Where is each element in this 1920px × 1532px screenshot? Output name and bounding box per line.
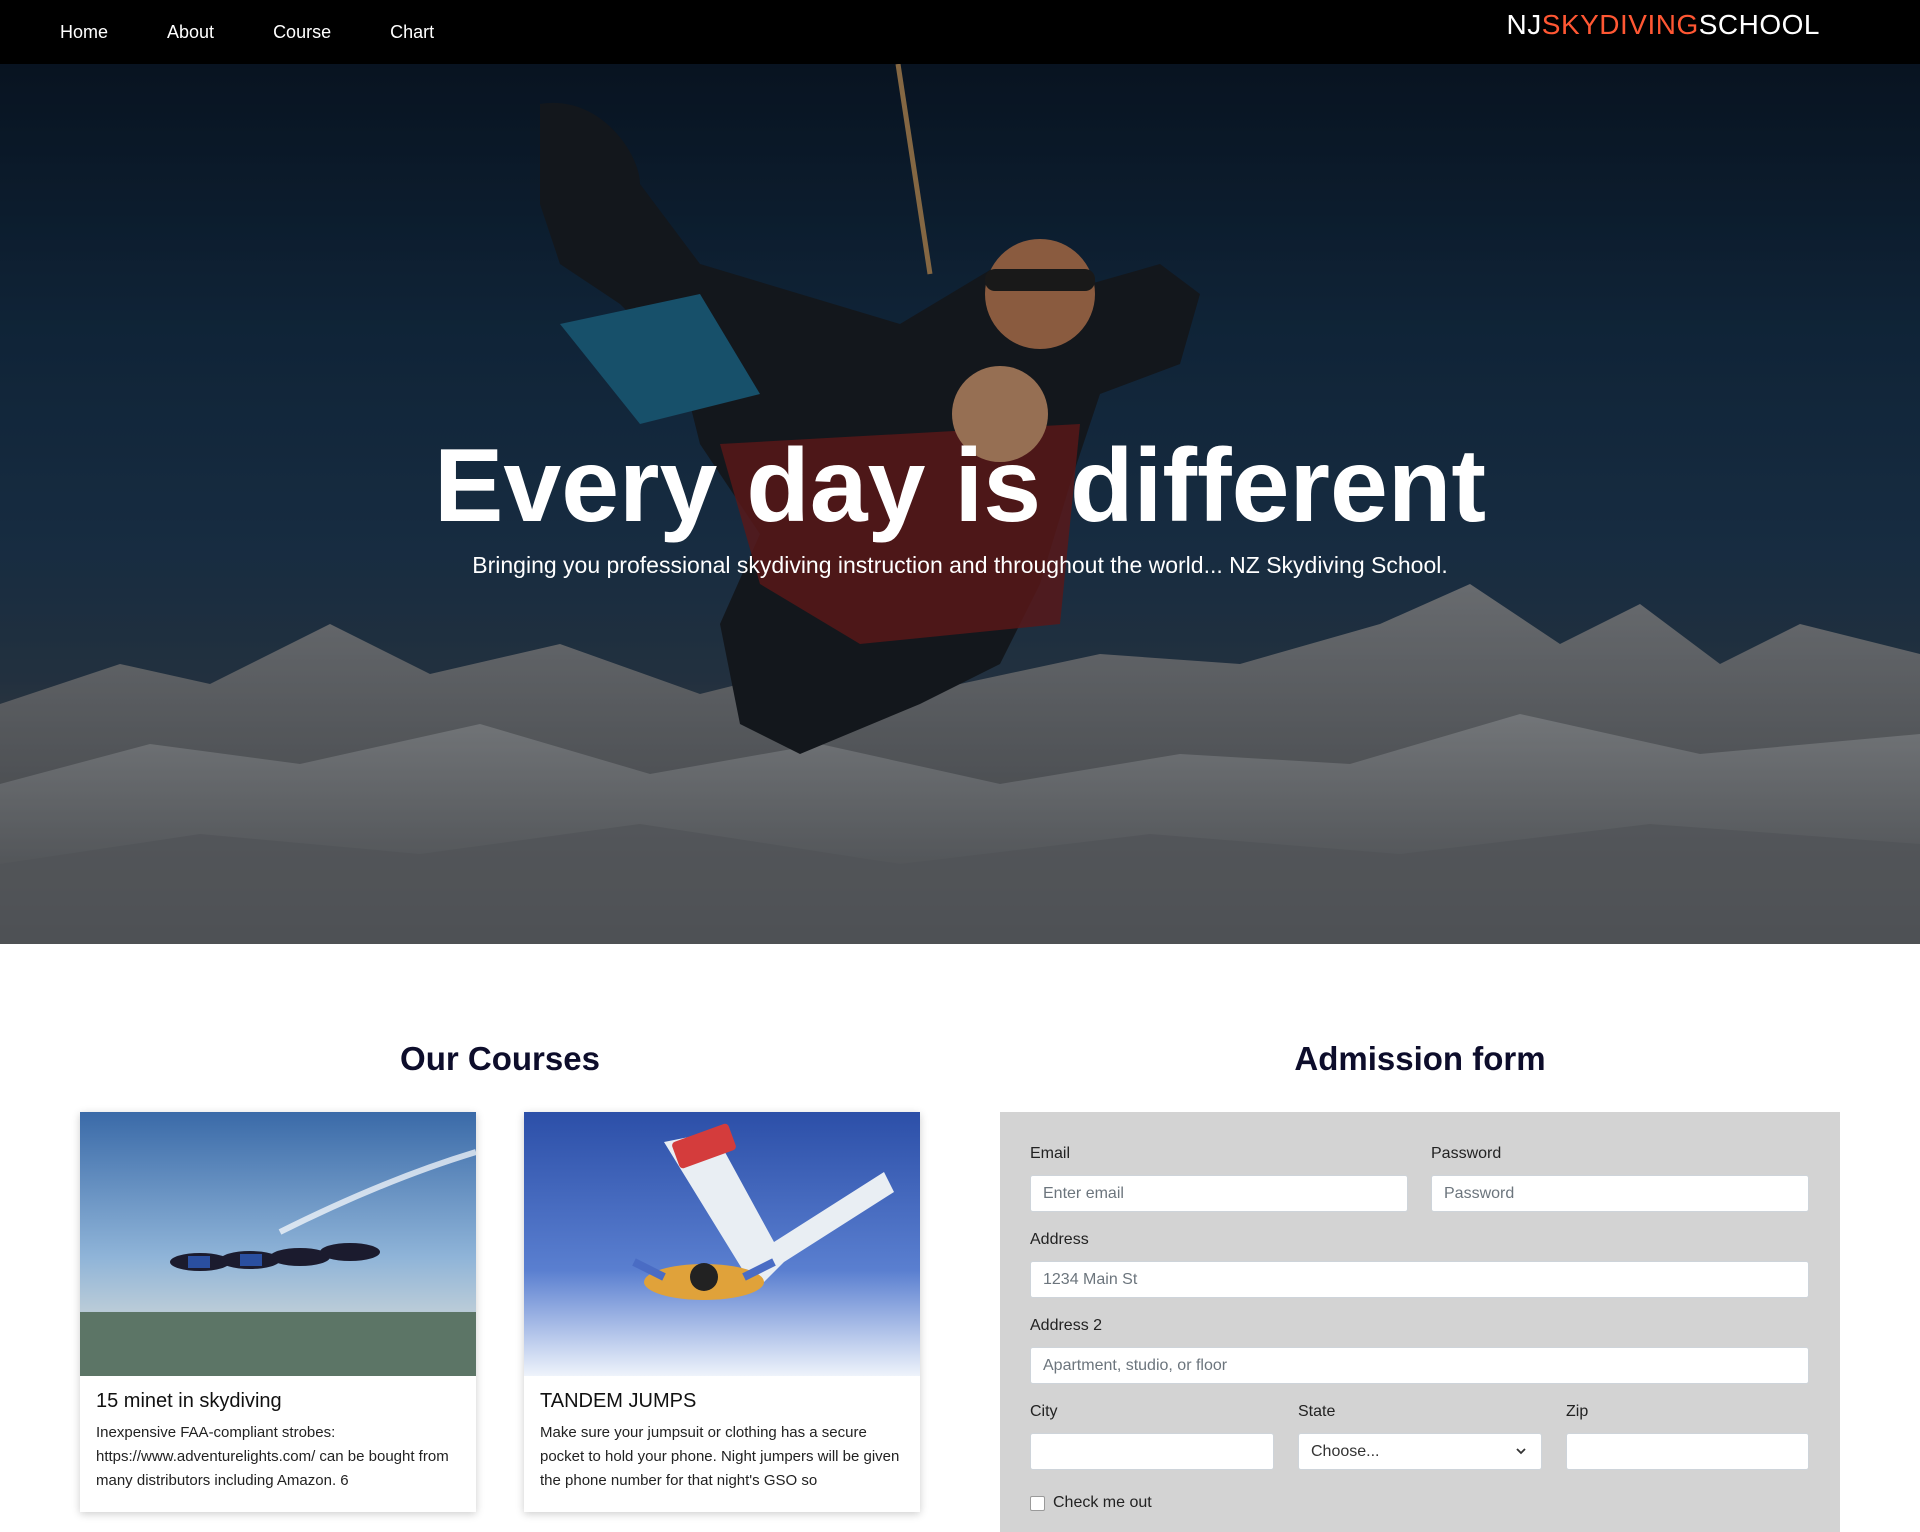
- nav-chart-link[interactable]: Chart: [390, 22, 434, 43]
- address-field[interactable]: [1030, 1261, 1809, 1298]
- course-image-tandem: [524, 1112, 920, 1376]
- check-me-out-row: Check me out: [1030, 1494, 1152, 1512]
- brand-part-nj: NJ: [1506, 9, 1542, 40]
- nav-home-link[interactable]: Home: [60, 22, 108, 43]
- state-select[interactable]: Choose...: [1298, 1433, 1542, 1470]
- card-text: Make sure your jumpsuit or clothing has …: [540, 1424, 900, 1489]
- state-selected-value: Choose...: [1311, 1443, 1380, 1460]
- courses-heading: Our Courses: [400, 1040, 600, 1077]
- brand-part-school: SCHOOL: [1698, 9, 1820, 40]
- check-me-out-label: Check me out: [1053, 1494, 1152, 1511]
- hero-subtitle: Bringing you professional skydiving inst…: [472, 552, 1448, 578]
- email-label: Email: [1030, 1145, 1071, 1162]
- city-field[interactable]: [1030, 1433, 1274, 1470]
- nav-course-link[interactable]: Course: [273, 22, 331, 43]
- nav-about-link[interactable]: About: [167, 22, 214, 43]
- top-navbar: Home About Course Chart NJSKYDIVINGSCHOO…: [0, 0, 1920, 64]
- zip-label: Zip: [1566, 1403, 1589, 1420]
- check-me-out-checkbox[interactable]: [1030, 1495, 1045, 1511]
- address2-field[interactable]: [1030, 1347, 1809, 1384]
- password-field[interactable]: [1431, 1175, 1809, 1212]
- state-label: State: [1298, 1403, 1336, 1420]
- card-body: TANDEM JUMPS Make sure your jumpsuit or …: [524, 1376, 920, 1493]
- hero-banner: Every day is different Bringing you prof…: [0, 64, 1920, 944]
- hero-title: Every day is different: [434, 428, 1486, 544]
- email-field[interactable]: [1030, 1175, 1408, 1212]
- card-body: 15 minet in skydiving Inexpensive FAA-co…: [80, 1376, 476, 1493]
- brand-part-skydiving: SKYDIVING: [1541, 9, 1699, 40]
- card-title: TANDEM JUMPS: [540, 1390, 697, 1412]
- brand-logo[interactable]: NJSKYDIVINGSCHOOL: [1507, 9, 1820, 41]
- address2-label: Address 2: [1030, 1317, 1103, 1334]
- card-title: 15 minet in skydiving: [96, 1390, 282, 1412]
- chevron-down-icon: [1516, 1448, 1526, 1455]
- admission-form: Email Password Address Address 2 City St…: [1000, 1112, 1840, 1532]
- address-label: Address: [1030, 1231, 1089, 1248]
- course-card[interactable]: 15 minet in skydiving Inexpensive FAA-co…: [80, 1112, 476, 1512]
- course-image-formation: [80, 1112, 476, 1376]
- zip-field[interactable]: [1566, 1433, 1809, 1470]
- nav-links: Home About Course Chart: [60, 0, 493, 64]
- course-card[interactable]: TANDEM JUMPS Make sure your jumpsuit or …: [524, 1112, 920, 1512]
- card-text: Inexpensive FAA-compliant strobes: https…: [96, 1424, 449, 1489]
- city-label: City: [1030, 1403, 1058, 1420]
- admission-form-heading: Admission form: [1294, 1040, 1546, 1077]
- password-label: Password: [1431, 1145, 1502, 1162]
